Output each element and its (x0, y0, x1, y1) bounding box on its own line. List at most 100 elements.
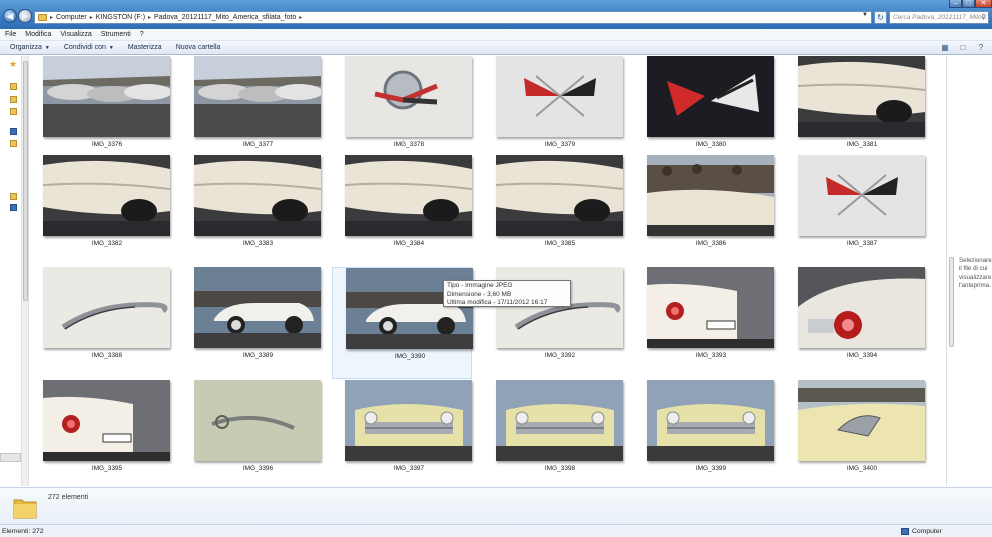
file-item[interactable]: IMG_3396 (181, 380, 321, 486)
file-item[interactable]: IMG_3394 (785, 267, 925, 379)
thumbnail[interactable] (194, 267, 321, 348)
menu-file[interactable]: File (5, 29, 16, 40)
tooltip-modified: Ultima modifica - 17/11/2012 16:17 (447, 299, 548, 306)
network-icon[interactable] (10, 204, 17, 211)
tooltip-size: Dimensione - 3,60 MB (447, 290, 512, 298)
scroll-thumb[interactable] (23, 61, 28, 301)
thumbnail[interactable] (194, 155, 321, 236)
folder-icon[interactable] (10, 83, 17, 90)
thumbnail[interactable] (345, 56, 472, 137)
address-dropdown-icon[interactable]: ▼ (862, 12, 868, 18)
file-item[interactable]: IMG_3383 (181, 155, 321, 267)
masterizza-button[interactable]: Masterizza (128, 41, 162, 54)
folder-icon (38, 14, 47, 21)
file-name: IMG_3388 (91, 352, 123, 359)
file-name: IMG_3390 (394, 353, 426, 360)
thumbnail[interactable] (798, 267, 925, 348)
nav-scrollbar[interactable] (22, 56, 29, 486)
thumbnail[interactable] (496, 155, 623, 236)
menu-help[interactable]: ? (140, 29, 144, 40)
thumbnail[interactable] (647, 56, 774, 137)
file-item[interactable]: IMG_3389 (181, 267, 321, 379)
navigation-pane: ★ (0, 56, 22, 486)
file-name: IMG_3398 (544, 465, 576, 472)
folder-icon[interactable] (10, 96, 17, 103)
forward-button[interactable]: ▶ (18, 9, 32, 23)
file-name: IMG_3384 (393, 240, 425, 247)
thumbnail[interactable] (647, 380, 774, 461)
file-name: IMG_3393 (695, 352, 727, 359)
file-item[interactable]: IMG_3377 (181, 56, 321, 168)
maximize-button[interactable]: □ (962, 0, 975, 8)
file-item[interactable]: IMG_3400 (785, 380, 925, 486)
favorites-star-icon[interactable]: ★ (9, 59, 17, 69)
file-item[interactable]: IMG_3381 (785, 56, 925, 168)
thumbnail[interactable] (43, 380, 170, 461)
new-folder-button[interactable]: Nuova cartella (176, 41, 221, 54)
menu-visualizza[interactable]: Visualizza (60, 29, 91, 40)
thumbnail[interactable] (345, 380, 472, 461)
minimize-button[interactable]: – (949, 0, 962, 8)
status-bar: Elementi: 272 Computer (0, 524, 992, 537)
file-item[interactable]: IMG_3398 (483, 380, 623, 486)
computer-icon[interactable] (10, 128, 17, 135)
thumbnail[interactable] (647, 267, 774, 348)
file-item[interactable]: IMG_3395 (30, 380, 170, 486)
preview-splitter[interactable] (949, 257, 954, 347)
item-count: 272 elementi (48, 494, 89, 501)
file-item[interactable]: IMG_3376 (30, 56, 170, 168)
thumbnail[interactable] (496, 380, 623, 461)
breadcrumb-folder[interactable]: Padova_20121117_Mito_America_sfilata_fot… (154, 14, 296, 21)
address-field[interactable]: ▸ Computer ▸ KINGSTON (F:) ▸ Padova_2012… (34, 11, 872, 24)
back-button[interactable]: ◀ (3, 9, 17, 23)
file-item[interactable]: IMG_3379 (483, 56, 623, 168)
thumbnail[interactable] (647, 155, 774, 236)
menu-strumenti[interactable]: Strumenti (101, 29, 131, 40)
thumbnail[interactable] (798, 155, 925, 236)
sidebar-splitter[interactable] (0, 453, 21, 462)
thumbnail[interactable] (43, 56, 170, 137)
file-name: IMG_3385 (544, 240, 576, 247)
folder-icon[interactable] (10, 193, 17, 200)
thumbnail[interactable] (798, 380, 925, 461)
thumbnail[interactable] (194, 380, 321, 461)
file-item[interactable]: IMG_3378 (332, 56, 472, 168)
search-input[interactable]: Cerca Padova_20121117_Mito... ⚲ (889, 11, 989, 24)
drive-icon[interactable] (10, 140, 17, 147)
file-name: IMG_3383 (242, 240, 274, 247)
file-name: IMG_3399 (695, 465, 727, 472)
organizza-button[interactable]: Organizza ▼ (10, 41, 50, 54)
file-item[interactable]: IMG_3387 (785, 155, 925, 267)
condividi-button[interactable]: Condividi con ▼ (64, 41, 114, 54)
thumbnail[interactable] (345, 155, 472, 236)
file-item[interactable]: IMG_3386 (634, 155, 774, 267)
file-name: IMG_3392 (544, 352, 576, 359)
help-icon[interactable]: ? (976, 43, 986, 52)
folder-icon[interactable] (10, 108, 17, 115)
file-item[interactable]: IMG_3397 (332, 380, 472, 486)
menu-modifica[interactable]: Modifica (25, 29, 51, 40)
file-name: IMG_3400 (846, 465, 878, 472)
file-item[interactable]: IMG_3385 (483, 155, 623, 267)
close-button[interactable]: ✕ (975, 0, 992, 8)
refresh-button[interactable]: ↻ (874, 11, 887, 24)
thumbnail[interactable] (43, 155, 170, 236)
view-options-icon[interactable]: ▦ (940, 43, 950, 52)
status-location: Computer (901, 525, 942, 537)
file-item[interactable]: IMG_3388 (30, 267, 170, 379)
thumbnail[interactable] (496, 56, 623, 137)
thumbnail[interactable] (798, 56, 925, 137)
thumbnail[interactable] (194, 56, 321, 137)
file-name: IMG_3378 (393, 141, 425, 148)
view-controls: ▦ □ ? (940, 43, 986, 52)
file-item[interactable]: IMG_3380 (634, 56, 774, 168)
file-item[interactable]: IMG_3399 (634, 380, 774, 486)
breadcrumb-computer[interactable]: Computer (56, 14, 87, 21)
file-item[interactable]: IMG_3393 (634, 267, 774, 379)
file-item[interactable]: IMG_3384 (332, 155, 472, 267)
thumbnail[interactable] (43, 267, 170, 348)
file-name: IMG_3397 (393, 465, 425, 472)
file-item[interactable]: IMG_3382 (30, 155, 170, 267)
preview-pane-icon[interactable]: □ (958, 43, 968, 52)
breadcrumb-drive[interactable]: KINGSTON (F:) (96, 14, 145, 21)
